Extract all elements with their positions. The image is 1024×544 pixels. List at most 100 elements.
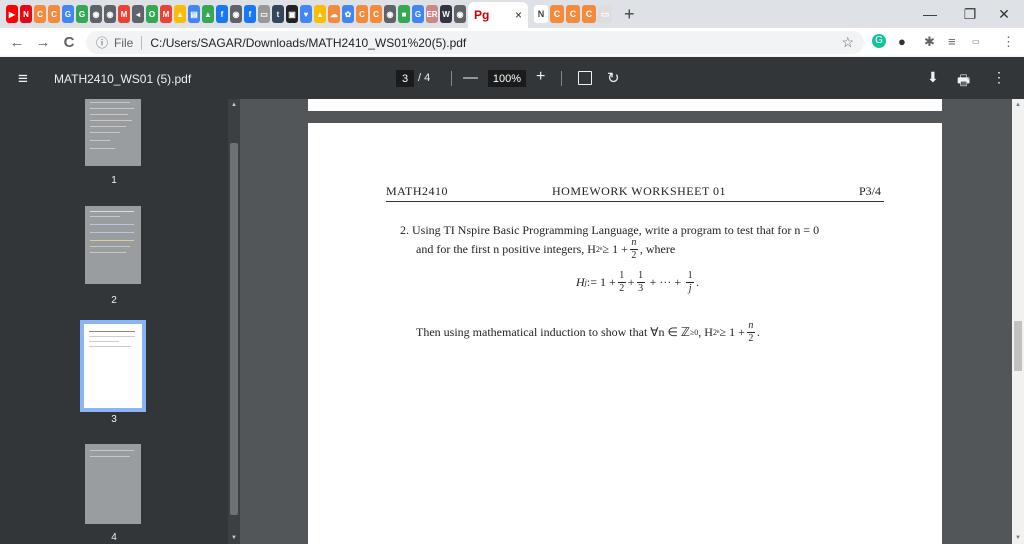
back-button[interactable]: ← [4,34,30,51]
google-icon[interactable]: G [412,5,424,23]
math-end: . [696,275,700,289]
reload-button[interactable]: C [56,34,82,51]
green-icon[interactable]: ■ [398,5,410,23]
header-center: HOMEWORK WORKSHEET 01 [552,184,727,198]
fit-page-icon[interactable] [578,71,592,85]
tab-icon[interactable]: C [566,5,580,23]
chrome-icon[interactable]: ◉ [454,5,466,23]
sidebar-menu-icon[interactable]: ≡ [18,69,28,89]
c-icon[interactable]: C [34,5,46,23]
then-end: . [756,325,760,339]
c-icon[interactable]: C [370,5,382,23]
thumbnail-page-1[interactable] [85,99,141,166]
tab-icon[interactable]: N [534,5,548,23]
zoom-input[interactable]: 100% [488,70,526,87]
chrome-icon[interactable]: ◉ [90,5,102,23]
then-ge: ≥ 1 + [719,325,745,339]
zoom-in-button[interactable]: + [536,68,545,86]
frac-den: 2 [748,333,754,344]
then-sup: ≥0 [689,328,699,337]
active-tab[interactable]: Pg × [468,2,528,28]
address-bar[interactable]: ⓘ File C:/Users/SAGAR/Downloads/MATH2410… [86,31,864,54]
grammarly-icon[interactable]: G [872,34,886,48]
tab-icon[interactable]: C [582,5,596,23]
thumbnail-page-4[interactable] [85,444,141,524]
viewer-scroll-thumb[interactable] [1014,321,1022,371]
audio-icon[interactable]: ◂ [132,5,144,23]
extensions-puzzle-icon[interactable]: ✱ [924,34,935,50]
w-icon[interactable]: W [440,5,452,23]
active-tab-label: Pg [474,8,490,22]
g-icon[interactable]: G [76,5,88,23]
heart-icon[interactable]: ♥ [300,5,312,23]
zoom-out-button[interactable]: — [463,69,478,86]
math-plus: + [627,275,635,289]
print-icon[interactable]: 🖶 [957,70,970,94]
pdf-viewer[interactable]: MATH2410 HOMEWORK WORKSHEET 01 P3/4 2. U… [240,99,1012,544]
viewer-scrollbar[interactable]: ▲ ▼ [1012,99,1024,544]
drive-icon[interactable]: ▲ [314,5,326,23]
gmail-icon[interactable]: M [118,5,130,23]
rotate-icon[interactable]: ↻ [607,69,620,87]
facebook-icon[interactable]: f [216,5,228,23]
scroll-up-icon[interactable]: ▲ [231,102,237,108]
close-window-button[interactable]: ✕ [982,0,1024,28]
toolbar-divider [451,71,452,86]
thumbnail-page-2[interactable] [85,206,141,284]
gear-icon[interactable]: ✿ [342,5,354,23]
pdf-toolbar: ≡ MATH2410_WS01 (5).pdf 3 / 4 — 100% + ↻… [0,57,1024,99]
browser-menu-icon[interactable]: ⋮ [1002,34,1015,50]
dark-icon[interactable]: ▣ [286,5,298,23]
chrome-icon[interactable]: ◉ [104,5,116,23]
google-icon[interactable]: G [62,5,74,23]
tumblr-icon[interactable]: t [272,5,284,23]
info-icon[interactable]: ⓘ [96,34,108,51]
gmail-icon[interactable]: M [160,5,172,23]
docs-icon[interactable]: ▤ [188,5,200,23]
er-icon[interactable]: ER [426,5,438,23]
download-icon[interactable]: ⬇ [927,69,939,86]
generic-icon[interactable]: ▭ [258,5,270,23]
thumbnail-label: 1 [111,175,117,186]
chrome-icon[interactable]: ◉ [384,5,396,23]
extension-icon[interactable]: ● [898,34,906,49]
thumbnail-label: 4 [111,532,117,543]
sidebar-scrollbar[interactable]: ▲ ▼ [228,99,240,544]
drive-icon[interactable]: ▲ [174,5,186,23]
more-options-icon[interactable]: ⋮ [992,69,1006,86]
cloud-icon[interactable]: ☁ [328,5,340,23]
fraction: n2 [629,238,638,261]
reading-list-icon[interactable]: ≡ [948,34,956,49]
forward-button[interactable]: → [30,34,56,51]
new-tab-button[interactable]: + [624,4,635,25]
youtube-icon[interactable]: ▶ [6,5,18,23]
sidebar-scroll-thumb[interactable] [230,143,238,515]
avatar[interactable]: ▭ [972,37,980,46]
chrome-icon[interactable]: ◉ [230,5,242,23]
minimize-button[interactable]: — [908,0,952,28]
problem-line-1: 2. Using TI Nspire Basic Programming Lan… [400,223,820,237]
c-icon[interactable]: C [356,5,368,23]
tab-icon[interactable]: C [550,5,564,23]
address-scheme: File [114,35,134,50]
c-icon[interactable]: C [48,5,60,23]
tab-close-icon[interactable]: × [515,8,522,22]
drive-icon[interactable]: ▲ [202,5,214,23]
thumbnail-page-3[interactable] [80,320,146,412]
scroll-down-icon[interactable]: ▼ [231,535,237,541]
frac-den: 2 [619,283,625,294]
more-tabs: N C C C ▭ [534,5,614,23]
facebook-icon[interactable]: f [244,5,256,23]
page-number-input[interactable]: 3 [396,70,414,87]
header-right: P3/4 [859,184,882,198]
tab-icon[interactable]: ▭ [598,5,612,23]
scroll-down-icon[interactable]: ▼ [1015,535,1021,541]
scroll-up-icon[interactable]: ▲ [1015,102,1021,108]
opera-icon[interactable]: O [146,5,158,23]
math-assign: := 1 + [586,275,616,289]
bookmark-star-icon[interactable]: ☆ [841,34,854,51]
frac-num: 1 [687,270,693,281]
address-url[interactable]: C:/Users/SAGAR/Downloads/MATH2410_WS01%2… [150,36,466,50]
thumbnail-label: 3 [111,414,117,425]
netflix-icon[interactable]: N [20,5,32,23]
